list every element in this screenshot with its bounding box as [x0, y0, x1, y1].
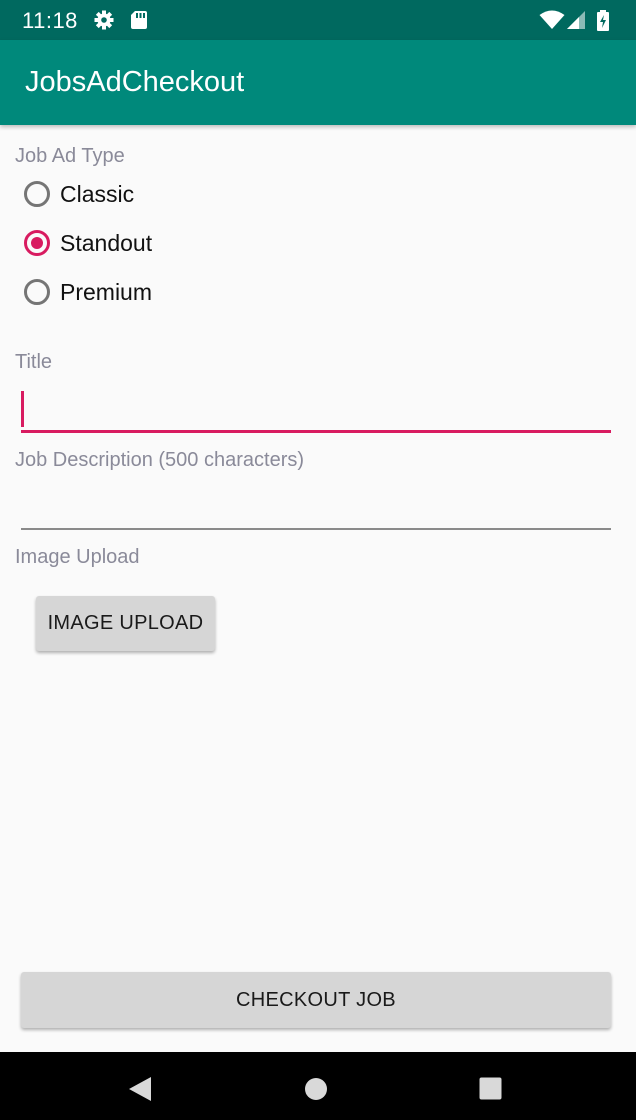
radio-unchecked-icon[interactable] — [24, 181, 50, 207]
signal-icon — [566, 10, 586, 30]
job-ad-type-label: Job Ad Type — [15, 145, 125, 167]
battery-icon — [596, 10, 610, 31]
radio-classic-label: Classic — [60, 180, 135, 207]
radio-standout-label: Standout — [60, 229, 153, 256]
app-screen: 11:18 JobsAdCheckout Job Ad Type Classic… — [0, 0, 636, 1120]
checkout-job-button[interactable]: CHECKOUT JOB — [21, 972, 611, 1028]
radio-classic[interactable]: Classic — [24, 177, 134, 211]
status-time: 11:18 — [22, 8, 78, 33]
radio-unchecked-icon[interactable] — [24, 279, 50, 305]
radio-dot — [31, 237, 43, 249]
navigation-bar — [0, 1052, 636, 1120]
radio-checked-icon[interactable] — [24, 230, 50, 256]
description-label: Job Description (500 characters) — [15, 449, 305, 471]
back-icon[interactable] — [128, 1076, 152, 1107]
radio-standout[interactable]: Standout — [24, 226, 152, 260]
title-label: Title — [15, 351, 53, 373]
description-input[interactable] — [21, 484, 611, 530]
settings-icon — [94, 10, 114, 30]
app-title: JobsAdCheckout — [25, 66, 245, 98]
image-upload-button[interactable]: IMAGE UPLOAD — [36, 596, 215, 651]
wifi-icon — [539, 10, 565, 30]
app-bar: JobsAdCheckout — [0, 40, 636, 125]
radio-premium-label: Premium — [60, 278, 153, 305]
status-bar: 11:18 — [0, 0, 636, 40]
home-icon[interactable] — [304, 1077, 328, 1106]
recents-icon[interactable] — [479, 1077, 502, 1105]
text-cursor — [21, 391, 24, 427]
image-upload-label: Image Upload — [15, 546, 140, 568]
radio-premium[interactable]: Premium — [24, 275, 152, 309]
sd-card-icon — [130, 10, 150, 30]
title-input[interactable] — [21, 387, 611, 433]
